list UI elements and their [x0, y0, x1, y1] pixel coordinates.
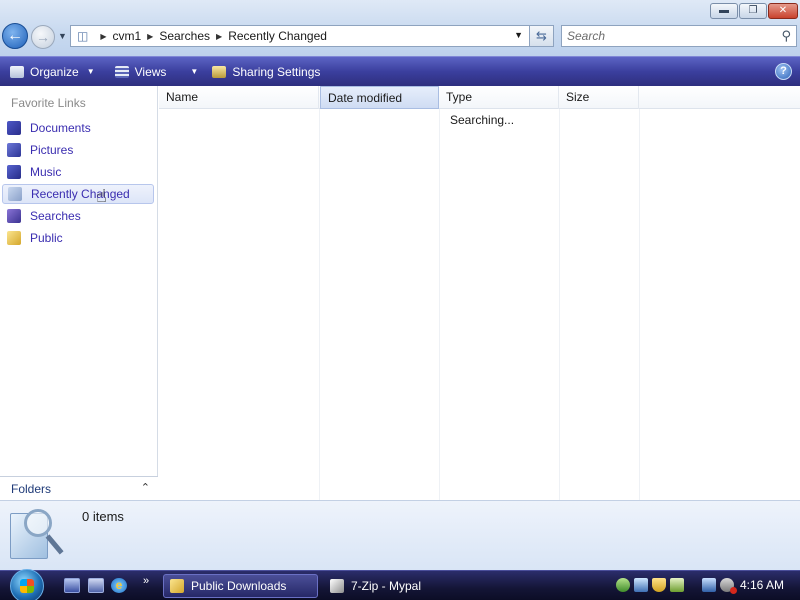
sidebar-item-label: Searches [30, 209, 81, 223]
breadcrumb-recently-changed[interactable]: Recently Changed [228, 29, 327, 43]
breadcrumb-separator[interactable]: ▶ [147, 32, 153, 41]
sharing-settings-button[interactable]: Sharing Settings [206, 57, 326, 87]
folder-icon [170, 579, 184, 593]
searches-folder-icon: ◫ [77, 29, 89, 43]
sidebar-item-public[interactable]: Public [2, 228, 154, 248]
sharing-settings-label: Sharing Settings [232, 64, 321, 79]
system-tray: 4:16 AM [612, 574, 800, 598]
recently-changed-icon [8, 187, 22, 201]
taskbar: e » Public Downloads 7-Zip - Mypal 4:16 … [0, 569, 800, 600]
computer-icon[interactable] [634, 578, 648, 592]
sidebar-item-label: Recently Changed [31, 187, 130, 201]
breadcrumb-separator[interactable]: ▶ [216, 32, 222, 41]
navigation-pane: Favorite Links Documents Pictures Music … [0, 86, 158, 500]
breadcrumb-cvm1[interactable]: cvm1 [113, 29, 142, 43]
sidebar-item-label: Pictures [30, 143, 74, 157]
windows-logo-icon [20, 579, 34, 593]
folders-label: Folders [11, 481, 52, 496]
clock[interactable]: 4:16 AM [740, 578, 784, 592]
folders-toggle[interactable]: Folders ⌃ [0, 476, 158, 500]
column-divider [319, 109, 320, 500]
organize-label: Organize [30, 64, 79, 79]
hand-cursor-icon: ☝ [96, 186, 107, 206]
sidebar-item-pictures[interactable]: Pictures [2, 140, 154, 160]
mypal-icon [330, 579, 344, 593]
show-desktop-icon[interactable] [64, 578, 80, 593]
recent-pages-dropdown[interactable]: ▼ [58, 31, 67, 41]
search-input[interactable] [562, 26, 762, 46]
breadcrumb-separator[interactable]: ▶ [100, 32, 106, 41]
security-shield-icon[interactable] [652, 578, 666, 592]
public-folder-icon [7, 231, 21, 245]
volume-muted-icon[interactable] [720, 578, 737, 594]
sidebar-item-searches[interactable]: Searches [2, 206, 154, 226]
item-count: 0 items [82, 509, 124, 524]
chevron-down-icon: ▼ [86, 67, 95, 76]
documents-icon [7, 121, 21, 135]
sidebar-item-label: Documents [30, 121, 91, 135]
sidebar-item-label: Music [30, 165, 62, 179]
column-header-date-modified[interactable]: Date modified [320, 86, 439, 109]
column-header-name[interactable]: Name [159, 86, 319, 109]
favorite-links-heading: Favorite Links [11, 96, 86, 110]
taskbar-button-label: Public Downloads [191, 579, 287, 593]
defender-icon[interactable] [670, 578, 684, 592]
views-dropdown-button[interactable]: ▼ [190, 67, 198, 76]
views-label: Views [134, 64, 167, 79]
column-header-size[interactable]: Size [559, 86, 639, 109]
help-button[interactable]: ? [775, 63, 792, 80]
address-bar[interactable]: ◫ ▶ cvm1 ▶ Searches ▶ Recently Changed ▼ [70, 25, 530, 47]
internet-explorer-icon[interactable]: e [111, 578, 127, 593]
chevron-up-icon[interactable]: ⌃ [141, 481, 150, 494]
music-icon [7, 165, 21, 179]
details-pane: 0 items [0, 500, 800, 570]
forward-button[interactable]: → [31, 25, 55, 49]
users-icon[interactable] [616, 578, 630, 592]
switch-windows-icon[interactable] [88, 578, 104, 593]
column-divider [559, 109, 560, 500]
organize-button[interactable]: Organize ▼ [4, 57, 101, 87]
sidebar-item-recently-changed[interactable]: Recently Changed [2, 184, 154, 204]
minimize-button[interactable]: ▬ [710, 3, 738, 19]
taskbar-button-label: 7-Zip - Mypal [351, 579, 422, 593]
views-icon [114, 65, 129, 78]
sidebar-item-music[interactable]: Music [2, 162, 154, 182]
command-bar: Organize ▼ Views ▼ Sharing Settings ? [0, 56, 800, 86]
column-divider [439, 109, 440, 500]
refresh-button[interactable]: ⇆ [530, 25, 554, 47]
quick-launch-overflow-button[interactable]: » [143, 575, 149, 587]
network-icon[interactable] [702, 578, 716, 592]
search-icon[interactable]: ⚲ [781, 28, 791, 44]
views-button[interactable]: Views [109, 57, 173, 87]
column-header-type[interactable]: Type [439, 86, 559, 109]
file-list[interactable]: Name Date modified Type Size Searching..… [159, 86, 800, 500]
breadcrumb-searches[interactable]: Searches [159, 29, 210, 43]
column-divider [639, 109, 640, 500]
searches-icon [7, 209, 21, 223]
search-folder-icon [10, 509, 64, 561]
search-box[interactable]: ⚲ [561, 25, 797, 47]
window-chrome: ▬ ❐ ✕ ← → ▼ ◫ ▶ cvm1 ▶ Searches ▶ Recent… [0, 0, 800, 56]
column-header-row: Name Date modified Type Size [159, 86, 800, 109]
sidebar-item-documents[interactable]: Documents [2, 118, 154, 138]
sidebar-item-label: Public [30, 231, 63, 245]
search-status-text: Searching... [450, 113, 515, 127]
back-button[interactable]: ← [2, 23, 28, 49]
sharing-icon [212, 65, 227, 78]
pictures-icon [7, 143, 21, 157]
organize-icon [10, 65, 24, 78]
address-dropdown-button[interactable]: ▼ [514, 30, 523, 40]
taskbar-button-public-downloads[interactable]: Public Downloads [163, 574, 318, 598]
taskbar-button-7zip-mypal[interactable]: 7-Zip - Mypal [324, 574, 484, 598]
close-button[interactable]: ✕ [768, 3, 798, 19]
maximize-button[interactable]: ❐ [739, 3, 767, 19]
start-button[interactable] [10, 569, 44, 600]
